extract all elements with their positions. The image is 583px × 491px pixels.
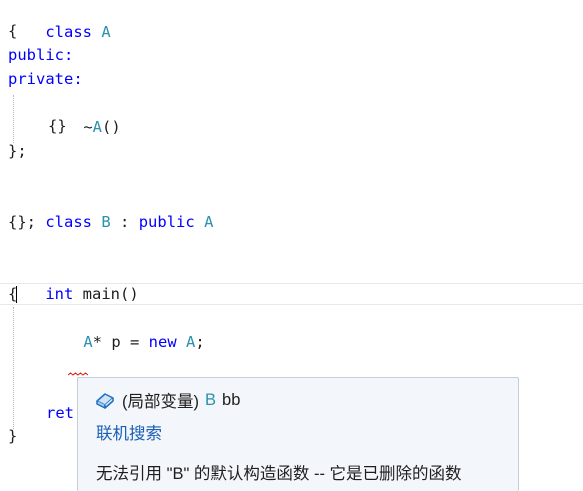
braces-semicolon: {}; — [8, 213, 36, 231]
code-line-18: ret — [46, 401, 74, 425]
keyword: class — [45, 23, 92, 41]
code-line-3: public: — [8, 43, 73, 67]
symbol-type: B — [205, 390, 217, 409]
class-name: B — [101, 213, 111, 231]
code-line-1: class A — [8, 0, 110, 41]
type-name: A — [83, 333, 93, 351]
code-line-6: {} — [48, 114, 67, 138]
tooltip-signature: (局部变量) B bb — [94, 388, 240, 412]
code-line-2: { — [8, 19, 17, 43]
access-specifier: public: — [8, 46, 74, 64]
parens: () — [102, 118, 121, 136]
keyword-partial: ret — [46, 404, 74, 422]
code-line-12: int main() — [8, 258, 138, 303]
quickinfo-tooltip: (局部变量) B bb 联机搜索 无法引用 "B" 的默认构造函数 -- 它是已… — [77, 377, 519, 491]
type-name: A — [186, 333, 196, 351]
code-line-5: ~A() — [46, 91, 120, 136]
code-line-9: class B : public A — [8, 186, 213, 231]
symbol-category: (局部变量) — [122, 393, 199, 411]
colon: : — [120, 213, 130, 231]
brace: { — [8, 22, 18, 40]
access-specifier: private: — [8, 70, 83, 88]
symbol-name: bb — [222, 390, 241, 409]
destructor-name: A — [92, 118, 103, 136]
code-line-14: A* p = new A; — [46, 306, 204, 351]
keyword: class — [45, 213, 92, 231]
search-online-link[interactable]: 联机搜索 — [96, 420, 162, 444]
code-line-16: B bb; — [46, 354, 130, 399]
error-squiggle — [68, 372, 88, 376]
base-class-name: A — [204, 213, 214, 231]
error-message: 无法引用 "B" 的默认构造函数 -- 它是已删除的函数 — [96, 465, 462, 483]
access-specifier: public — [138, 213, 195, 231]
keyword: int — [45, 285, 74, 303]
semicolon: ; — [195, 333, 205, 351]
code-line-7: }; — [8, 139, 27, 163]
text-caret — [16, 286, 17, 303]
brace: } — [8, 427, 18, 445]
class-name: A — [101, 23, 111, 41]
brace-semicolon: }; — [8, 142, 27, 160]
code-line-10: {}; — [8, 210, 36, 234]
tilde: ~ — [83, 118, 93, 136]
code-line-4: private: — [8, 67, 83, 91]
code-line-19: } — [8, 424, 17, 448]
local-variable-icon — [96, 393, 114, 409]
keyword: new — [148, 333, 177, 351]
braces: {} — [48, 117, 67, 135]
indent-guide — [13, 95, 14, 143]
code-text: * p = — [92, 333, 149, 351]
function-signature: main() — [82, 285, 139, 303]
